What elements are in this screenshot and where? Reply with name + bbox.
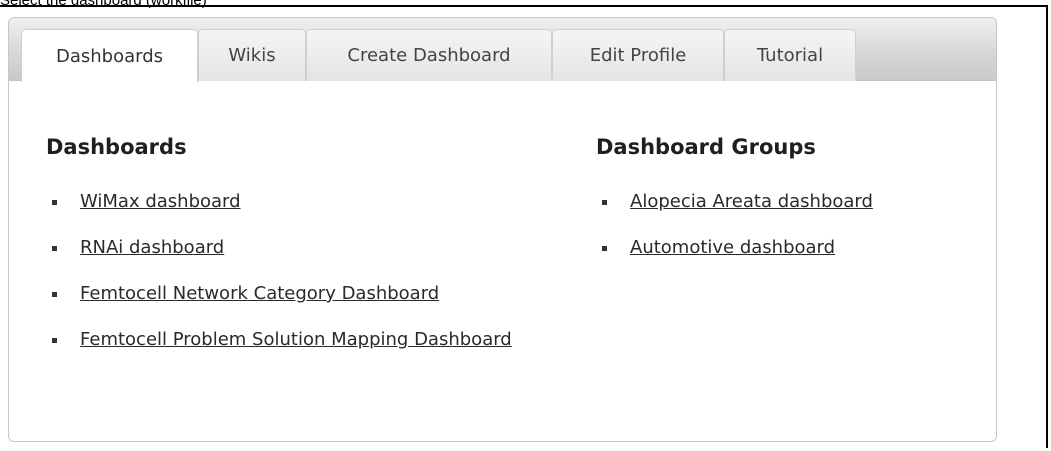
dashboard-groups-heading: Dashboard Groups [596, 135, 816, 159]
list-item: WiMax dashboard [46, 188, 594, 216]
dashboard-link-rnai[interactable]: RNAi dashboard [80, 237, 224, 258]
tab-tutorial[interactable]: Tutorial [724, 29, 856, 81]
tab-wikis[interactable]: Wikis [198, 29, 306, 81]
tab-label: Edit Profile [589, 45, 687, 66]
list-item: Automotive dashboard [596, 234, 918, 262]
dashboard-groups-list: Alopecia Areata dashboard Automotive das… [596, 188, 918, 280]
tab-label: Tutorial [756, 45, 824, 66]
dashboards-heading: Dashboards [46, 135, 187, 159]
list-item: Femtocell Network Category Dashboard [46, 280, 594, 308]
tab-bar: Dashboards Wikis Create Dashboard Edit P… [9, 18, 996, 82]
tab-dashboards[interactable]: Dashboards [21, 29, 198, 82]
tab-label: Wikis [228, 45, 276, 66]
tab-edit-profile[interactable]: Edit Profile [552, 29, 724, 81]
list-item: Alopecia Areata dashboard [596, 188, 918, 216]
dashboard-link-femtocell-network[interactable]: Femtocell Network Category Dashboard [80, 283, 439, 304]
dashboard-link-wimax[interactable]: WiMax dashboard [80, 191, 241, 212]
list-item: Femtocell Problem Solution Mapping Dashb… [46, 326, 594, 354]
dashboard-panel: Dashboards Wikis Create Dashboard Edit P… [8, 17, 997, 442]
dashboards-list: WiMax dashboard RNAi dashboard Femtocell… [46, 188, 594, 372]
tab-create-dashboard[interactable]: Create Dashboard [306, 29, 552, 81]
group-link-automotive[interactable]: Automotive dashboard [630, 237, 835, 258]
group-link-alopecia[interactable]: Alopecia Areata dashboard [630, 191, 873, 212]
list-item: RNAi dashboard [46, 234, 594, 262]
tab-label: Create Dashboard [347, 45, 511, 66]
tab-label: Dashboards [55, 45, 164, 67]
dashboard-link-femtocell-problem[interactable]: Femtocell Problem Solution Mapping Dashb… [80, 329, 512, 350]
